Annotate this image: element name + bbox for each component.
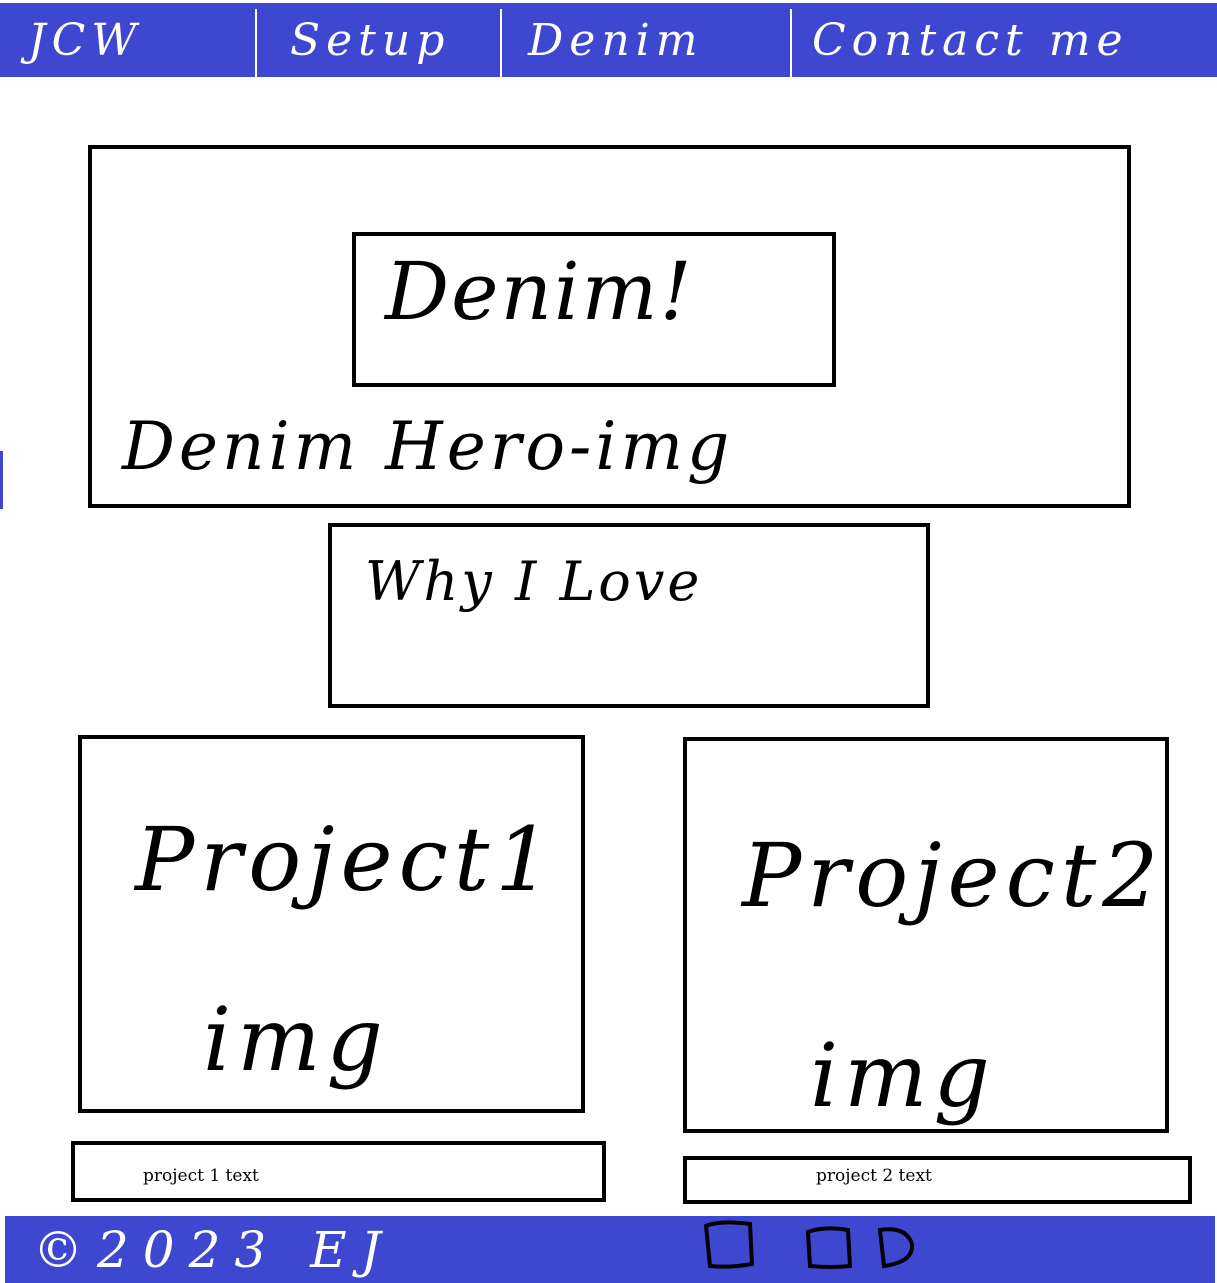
project-1-text: project 1 text xyxy=(143,1166,259,1186)
nav-divider xyxy=(255,9,257,77)
nav-divider xyxy=(500,9,502,77)
social-icon-1[interactable] xyxy=(700,1218,760,1280)
nav-divider xyxy=(790,9,792,77)
project-2-text: project 2 text xyxy=(816,1166,932,1186)
hero-title: Denim! xyxy=(385,245,694,338)
nav-brand[interactable]: JCW xyxy=(28,3,143,77)
nav-item-contact[interactable]: Contact me xyxy=(812,3,1128,77)
project-2-image-label: Project2 img xyxy=(742,824,1165,1127)
footer-copyright: ©2023 EJ xyxy=(33,1220,395,1279)
project-1-image-label: Project1 img xyxy=(135,808,558,1091)
nav-item-setup[interactable]: Setup xyxy=(290,3,450,77)
social-icon-3[interactable] xyxy=(872,1218,922,1280)
why-heading: Why I Love xyxy=(365,550,703,613)
top-nav-bar: JCW Setup Denim Contact me xyxy=(0,3,1217,77)
social-icon-2[interactable] xyxy=(800,1218,860,1280)
side-scroll-marker xyxy=(0,451,3,509)
nav-item-denim[interactable]: Denim xyxy=(528,3,703,77)
hero-image-label: Denim Hero-img xyxy=(122,408,734,485)
footer: ©2023 EJ xyxy=(5,1216,1215,1283)
project-2-text-box xyxy=(683,1156,1192,1204)
